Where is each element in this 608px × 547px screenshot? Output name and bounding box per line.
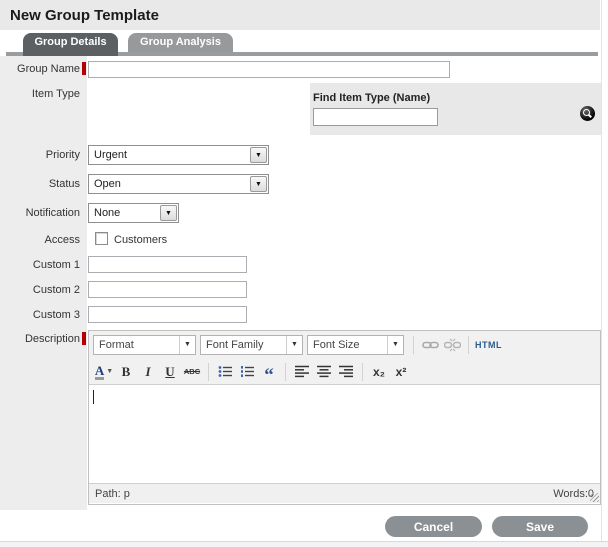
toolbar-separator xyxy=(285,363,286,381)
chevron-down-icon[interactable]: ▼ xyxy=(160,205,177,221)
editor-word-count: Words:0 xyxy=(553,488,594,500)
group-name-required-marker xyxy=(82,62,86,75)
description-textarea[interactable] xyxy=(89,385,600,483)
font-size-select[interactable]: Font Size ▼ xyxy=(307,335,404,355)
group-name-input[interactable] xyxy=(88,61,450,78)
editor-toolbar-row2: A ▼ B I U ABC xyxy=(89,358,600,385)
page-title: New Group Template xyxy=(10,7,159,24)
find-item-type-input[interactable] xyxy=(313,108,438,126)
align-right-icon[interactable] xyxy=(336,362,356,382)
subscript-button[interactable]: x₂ xyxy=(369,362,389,382)
find-item-type-panel: Find Item Type (Name) xyxy=(310,83,601,135)
cancel-button[interactable]: Cancel xyxy=(385,516,482,537)
find-item-type-label: Find Item Type (Name) xyxy=(313,92,430,104)
strikethrough-button[interactable]: ABC xyxy=(182,362,202,382)
editor-status-bar: Path: p Words:0 xyxy=(89,483,600,503)
editor-path: Path: p xyxy=(95,488,130,500)
superscript-button[interactable]: x² xyxy=(391,362,411,382)
notification-select[interactable]: None ▼ xyxy=(88,203,179,223)
chevron-down-icon[interactable]: ▼ xyxy=(250,176,267,192)
access-label: Access xyxy=(0,234,80,246)
description-editor: Format ▼ Font Family ▼ Font Size ▼ xyxy=(88,330,601,505)
insert-link-icon[interactable] xyxy=(420,335,440,355)
format-select-value: Format xyxy=(99,339,134,351)
status-value: Open xyxy=(94,178,121,190)
description-required-marker xyxy=(82,332,86,345)
bottom-band xyxy=(0,542,608,547)
custom2-label: Custom 2 xyxy=(0,284,80,296)
custom3-label: Custom 3 xyxy=(0,309,80,321)
align-left-icon[interactable] xyxy=(292,362,312,382)
toolbar-separator xyxy=(413,336,414,354)
custom2-input[interactable] xyxy=(88,281,247,298)
toolbar-separator xyxy=(468,336,469,354)
editor-toolbar-row1: Format ▼ Font Family ▼ Font Size ▼ xyxy=(89,331,600,358)
italic-button[interactable]: I xyxy=(138,362,158,382)
bold-button[interactable]: B xyxy=(116,362,136,382)
font-family-select-value: Font Family xyxy=(206,339,263,351)
chevron-down-icon[interactable]: ▼ xyxy=(250,147,267,163)
chevron-down-icon[interactable]: ▼ xyxy=(286,336,302,354)
status-label: Status xyxy=(0,178,80,190)
chevron-down-icon[interactable]: ▼ xyxy=(106,368,113,375)
priority-value: Urgent xyxy=(94,149,127,161)
label-column xyxy=(0,56,87,510)
priority-label: Priority xyxy=(0,149,80,161)
format-select[interactable]: Format ▼ xyxy=(93,335,196,355)
tab-group-analysis[interactable]: Group Analysis xyxy=(128,33,233,52)
priority-select[interactable]: Urgent ▼ xyxy=(88,145,269,165)
custom3-input[interactable] xyxy=(88,306,247,323)
customers-checkbox-label: Customers xyxy=(114,234,167,246)
toolbar-separator xyxy=(362,363,363,381)
toolbar-separator xyxy=(208,363,209,381)
underline-button[interactable]: U xyxy=(160,362,180,382)
chevron-down-icon[interactable]: ▼ xyxy=(179,336,195,354)
item-type-label: Item Type xyxy=(0,88,80,100)
notification-label: Notification xyxy=(0,207,80,219)
tab-group-details[interactable]: Group Details xyxy=(23,33,118,56)
bullet-list-icon[interactable] xyxy=(215,362,235,382)
font-size-select-value: Font Size xyxy=(313,339,359,351)
font-family-select[interactable]: Font Family ▼ xyxy=(200,335,303,355)
content-right-rule xyxy=(601,0,602,541)
search-icon[interactable] xyxy=(580,106,595,121)
blockquote-icon[interactable]: “ xyxy=(259,366,279,386)
notification-value: None xyxy=(94,207,120,219)
new-group-template-window: New Group Template Group Details Group A… xyxy=(0,0,608,547)
resize-handle[interactable] xyxy=(590,493,599,502)
description-label: Description xyxy=(0,333,80,345)
chevron-down-icon[interactable]: ▼ xyxy=(387,336,403,354)
remove-link-icon[interactable] xyxy=(442,335,462,355)
group-name-label: Group Name xyxy=(0,63,80,75)
numbered-list-icon[interactable] xyxy=(237,362,257,382)
html-source-button[interactable]: HTML xyxy=(475,335,502,355)
customers-checkbox[interactable] xyxy=(95,232,108,245)
editor-toolbar: Format ▼ Font Family ▼ Font Size ▼ xyxy=(89,331,600,385)
save-button[interactable]: Save xyxy=(492,516,588,537)
text-cursor xyxy=(93,390,94,404)
align-center-icon[interactable] xyxy=(314,362,334,382)
custom1-input[interactable] xyxy=(88,256,247,273)
custom1-label: Custom 1 xyxy=(0,259,80,271)
status-select[interactable]: Open ▼ xyxy=(88,174,269,194)
font-color-icon: A xyxy=(95,364,104,380)
font-color-button[interactable]: A ▼ xyxy=(94,362,114,382)
